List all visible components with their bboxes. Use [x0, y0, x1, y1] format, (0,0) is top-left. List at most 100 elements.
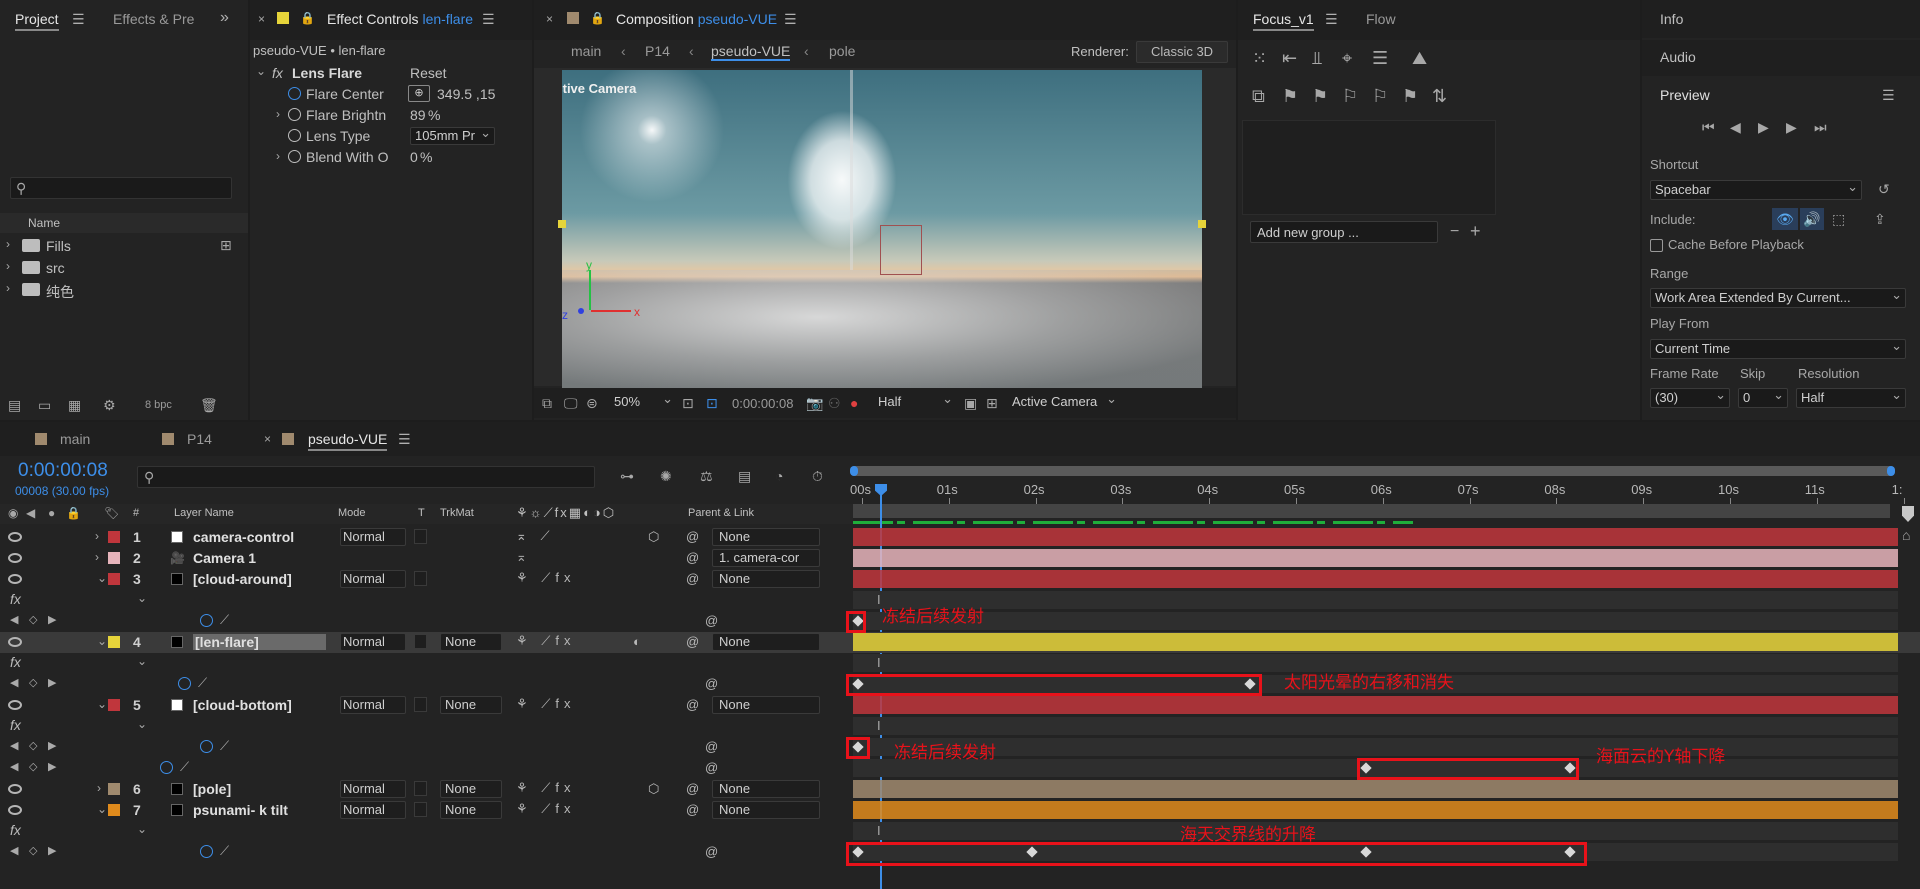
pin-icon[interactable]: ⌖ [1342, 49, 1352, 67]
show-snapshot-icon[interactable]: ⚇ [828, 396, 841, 410]
stopwatch-icon[interactable] [160, 761, 173, 774]
keyframe-nav-next[interactable]: ▶ [48, 613, 56, 626]
export-icon[interactable]: ⇪ [1874, 212, 1886, 226]
chevron-icon[interactable]: › [97, 781, 101, 795]
snapshot-icon[interactable]: 📷 [806, 396, 823, 410]
chevron-down-icon[interactable]: ⌄ [256, 65, 266, 77]
keyframe-nav-prev[interactable]: ◀ [10, 739, 18, 752]
mode-dropdown[interactable]: Normal [340, 801, 406, 819]
t-checkbox[interactable] [414, 802, 427, 817]
chevron-down-icon[interactable]: ⌄ [137, 591, 147, 605]
menu-icon[interactable]: ☰ [72, 11, 85, 28]
pickwhip-icon[interactable]: @ [686, 781, 699, 796]
fx-icon[interactable]: fx [10, 591, 21, 607]
chevron-icon[interactable]: ⌄ [97, 571, 107, 585]
switch-icons[interactable]: ⚘ ⟋fx [516, 633, 575, 649]
align-bottom-icon[interactable]: ⫫ [1312, 49, 1322, 67]
bpc-label[interactable]: 8 bpc [145, 399, 172, 411]
tab-flow[interactable]: Flow [1366, 11, 1396, 27]
graph-editor-icon[interactable]: ⏱ [812, 469, 823, 483]
last-frame-icon[interactable]: ⏭ [1814, 120, 1827, 134]
stopwatch-icon[interactable] [288, 150, 301, 163]
switch-icons[interactable]: ⚘ ⟋fx [516, 780, 575, 796]
sort-icon[interactable]: ⇅ [1432, 87, 1447, 105]
resolution-dropdown[interactable]: Half [874, 394, 956, 412]
list-icon[interactable]: ☰ [1372, 49, 1388, 67]
layer-track[interactable] [853, 633, 1898, 651]
first-frame-icon[interactable]: ⏮ [1702, 120, 1715, 134]
chevron-down-icon[interactable]: ⌄ [137, 717, 147, 731]
anchor-icon[interactable]: ⁙ [1252, 49, 1267, 67]
t-checkbox[interactable] [414, 697, 427, 712]
close-icon[interactable]: × [546, 13, 553, 25]
keyframe-nav-next[interactable]: ▶ [48, 676, 56, 689]
keyframe-add[interactable]: ◇ [29, 676, 37, 689]
chevron-icon[interactable]: ⌄ [97, 634, 107, 648]
switch-icons[interactable]: ⌅ ⟋ [516, 528, 555, 544]
tab-main[interactable]: main [60, 431, 90, 447]
menu-icon[interactable]: ☰ [398, 431, 411, 448]
pickwhip-icon[interactable]: @ [705, 676, 718, 691]
draft-3d-icon[interactable]: ✺ [660, 469, 672, 483]
layer-name[interactable]: [cloud-bottom] [193, 697, 292, 713]
selection-box[interactable] [880, 225, 922, 275]
eye-icon[interactable] [8, 574, 22, 584]
new-folder-icon[interactable]: ▭ [38, 398, 51, 412]
project-item[interactable]: › 纯色 [0, 280, 220, 300]
layer-track[interactable] [853, 570, 1898, 588]
stopwatch-icon[interactable] [200, 740, 213, 753]
mode-dropdown[interactable]: Normal [340, 696, 406, 714]
parent-dropdown[interactable]: None [712, 570, 820, 588]
project-settings-icon[interactable]: ⚙ [103, 398, 116, 412]
frame-handle-left[interactable] [558, 220, 566, 228]
label-header-icon[interactable]: 🏷 [104, 507, 119, 519]
parent-dropdown[interactable]: None [712, 528, 820, 546]
stopwatch-icon[interactable] [200, 614, 213, 627]
grid-icon[interactable]: ⊞ [986, 396, 998, 410]
menu-icon[interactable]: ☰ [1882, 87, 1895, 104]
stopwatch-icon[interactable] [288, 108, 301, 121]
shy-icon[interactable]: ⚖ [700, 469, 713, 483]
interpret-footage-icon[interactable]: ▤ [8, 398, 21, 412]
mountains-icon[interactable]: ⛰ [1412, 49, 1427, 67]
comp-flowchart-icon[interactable]: ⊶ [620, 469, 634, 483]
remove-group-icon[interactable]: − [1450, 224, 1459, 240]
parent-dropdown[interactable]: None [712, 696, 820, 714]
fx-icon[interactable]: fx [10, 822, 21, 838]
reset-button[interactable]: Reset [410, 65, 447, 81]
keyframe-nav-prev[interactable]: ◀ [10, 613, 18, 626]
roi-icon[interactable]: ▣ [964, 396, 977, 410]
label-color-swatch[interactable] [108, 699, 120, 711]
parent-dropdown[interactable]: None [712, 801, 820, 819]
region-icon[interactable]: ⊡ [682, 396, 694, 410]
layer-track[interactable] [853, 528, 1898, 546]
eye-icon[interactable] [8, 805, 22, 815]
pickwhip-icon[interactable]: @ [686, 697, 699, 712]
t-checkbox[interactable] [414, 634, 427, 649]
crosshair-button[interactable]: ⊕ [408, 85, 430, 102]
chevron-icon[interactable]: › [95, 529, 99, 543]
keyframe-add[interactable]: ◇ [29, 760, 37, 773]
pickwhip-icon[interactable]: @ [686, 550, 699, 565]
next-frame-icon[interactable]: ▶︎ [1786, 120, 1797, 134]
frame-rate-dropdown[interactable]: (30) [1650, 388, 1730, 408]
t-checkbox[interactable] [414, 781, 427, 796]
chevron-icon[interactable]: ⌄ [97, 802, 107, 816]
mode-dropdown[interactable]: Normal [340, 633, 406, 651]
layer-track[interactable] [853, 801, 1898, 819]
monitor-icon[interactable]: 🖵 [564, 396, 578, 410]
graph-icon[interactable]: ⟋ [220, 738, 229, 754]
play-icon[interactable]: ▶︎ [1758, 120, 1769, 134]
eye-header-icon[interactable]: ◉ [8, 507, 18, 519]
comp-viewer[interactable]: Active Camera x y z [534, 68, 1236, 388]
keyframe-add[interactable]: ◇ [29, 844, 37, 857]
keyframe-nav-next[interactable]: ▶ [48, 739, 56, 752]
shortcut-dropdown[interactable]: Spacebar [1650, 180, 1862, 200]
graph-icon[interactable]: ⟋ [220, 612, 229, 628]
chevron-down-icon[interactable]: ⌄ [137, 654, 147, 668]
chevron-down-icon[interactable]: ⌄ [137, 822, 147, 836]
work-area-start[interactable] [850, 466, 858, 476]
graph-icon[interactable]: ⟋ [180, 759, 189, 775]
keyframe-add[interactable]: ◇ [29, 739, 37, 752]
parent-dropdown[interactable]: None [712, 780, 820, 798]
